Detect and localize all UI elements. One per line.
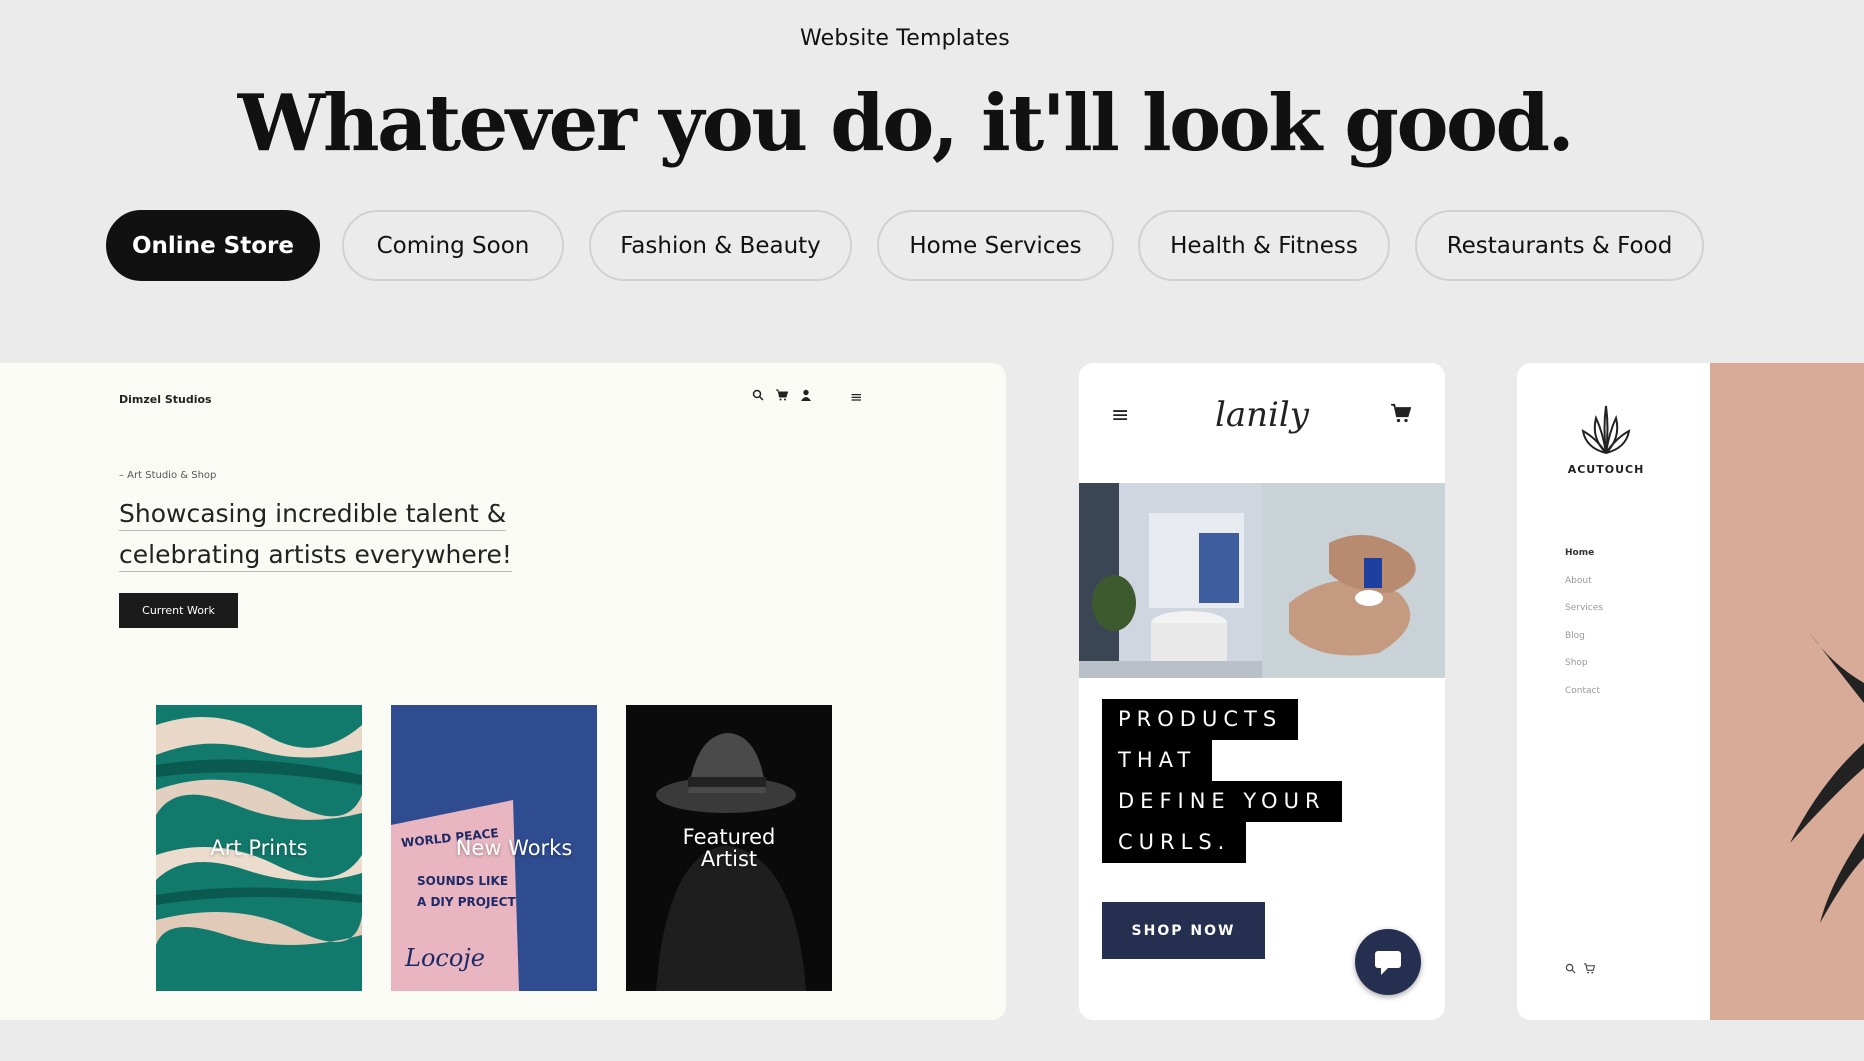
heading-line-1: Showcasing incredible talent & <box>119 499 507 531</box>
user-icon <box>800 389 812 405</box>
art-prints-tile: Art Prints <box>156 705 362 991</box>
template-preview-art-studio[interactable]: Dimzel Studios ≡ – Art Studio & Shop Sho… <box>0 363 1006 1020</box>
menu-icon: ≡ <box>850 388 863 406</box>
eyebrow: Website Templates <box>800 26 1010 51</box>
nav-home: Home <box>1565 548 1595 558</box>
lotus-icon <box>1581 405 1631 454</box>
template-logo-text: ACUTOUCH <box>1567 463 1645 476</box>
new-works-tile: WORLD PEACE SOUNDS LIKE A DIY PROJECT Lo… <box>391 705 597 991</box>
template-preview-acutouch[interactable]: ACUTOUCH Home About Services Blog Shop C… <box>1517 363 1864 1020</box>
featured-line-2: Artist <box>700 847 758 871</box>
chat-icon[interactable] <box>1355 929 1421 995</box>
featured-line-1: Featured <box>682 825 776 849</box>
tab-fashion-beauty[interactable]: Fashion & Beauty <box>589 210 852 281</box>
nav-shop: Shop <box>1565 658 1588 668</box>
template-brand: Dimzel Studios <box>119 393 212 406</box>
tile-label-featured-artist: Featured Artist <box>683 826 776 870</box>
tab-coming-soon[interactable]: Coming Soon <box>342 210 564 281</box>
nav-blog: Blog <box>1565 630 1585 641</box>
cart-icon <box>1584 963 1596 977</box>
tile-label-new-works: New Works <box>455 836 573 860</box>
nav-contact: Contact <box>1565 685 1601 696</box>
template-nav: Home About Services Blog Shop Contact <box>1565 548 1603 713</box>
nav-services: Services <box>1565 603 1603 613</box>
cart-icon <box>776 389 789 405</box>
template-kicker: – Art Studio & Shop <box>119 470 217 481</box>
poster-text-3: A DIY PROJECT <box>417 895 516 909</box>
salon-photo <box>1079 483 1445 678</box>
template-logo: ACUTOUCH <box>1565 403 1647 476</box>
template-heading: Showcasing incredible talent & celebrati… <box>119 493 539 575</box>
shop-now-button: SHOP NOW <box>1102 902 1265 959</box>
tab-home-services[interactable]: Home Services <box>877 210 1114 281</box>
tagline-line-1: PRODUCTS <box>1102 699 1299 740</box>
cart-icon <box>1391 403 1412 428</box>
tagline: PRODUCTS THAT DEFINE YOUR CURLS. <box>1102 699 1342 863</box>
search-icon <box>1565 963 1576 977</box>
search-icon <box>752 389 764 405</box>
tagline-line-3: DEFINE YOUR <box>1102 781 1342 822</box>
template-preview-lanily[interactable]: ≡ lanily PRODUCTS THAT DEFINE YOUR CURLS… <box>1079 363 1445 1020</box>
page-headline: Whatever you do, it'll look good. <box>237 78 1575 169</box>
current-work-button: Current Work <box>119 593 238 628</box>
tagline-line-4: CURLS. <box>1102 822 1247 863</box>
poster-signature: Locoje <box>405 944 485 972</box>
tagline-line-2: THAT <box>1102 740 1213 781</box>
tab-restaurants-food[interactable]: Restaurants & Food <box>1415 210 1704 281</box>
tile-label-art-prints: Art Prints <box>210 836 308 860</box>
tab-health-fitness[interactable]: Health & Fitness <box>1138 210 1390 281</box>
plant-photo <box>1710 363 1864 1020</box>
heading-line-2: celebrating artists everywhere! <box>119 540 512 572</box>
nav-about: About <box>1565 575 1592 586</box>
poster-text-2: SOUNDS LIKE <box>417 874 509 888</box>
featured-artist-tile: Featured Artist <box>626 705 832 991</box>
tab-online-store[interactable]: Online Store <box>106 210 320 281</box>
